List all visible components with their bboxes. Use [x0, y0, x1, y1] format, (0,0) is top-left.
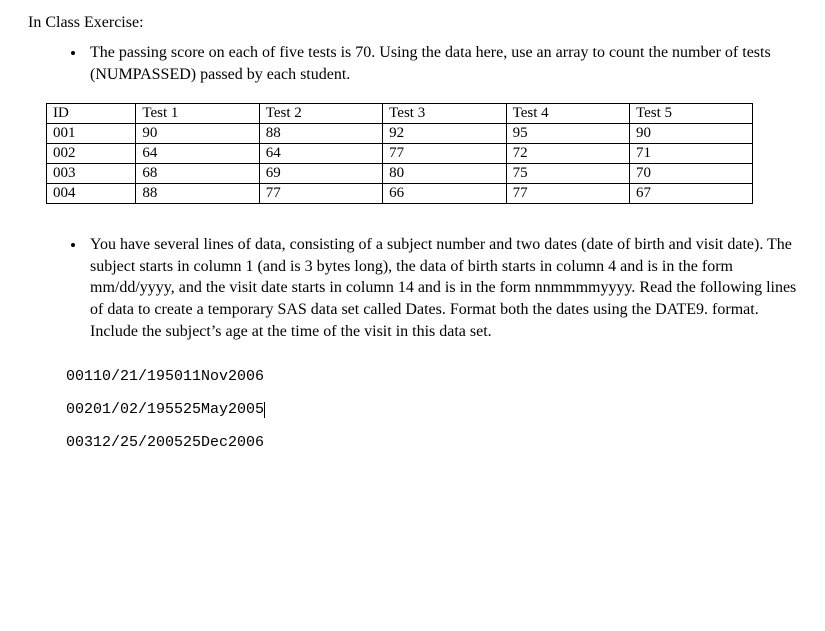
table-row: 003 68 69 80 75 70 — [47, 164, 753, 184]
raw-data-block: 00110/21/195011Nov2006 00201/02/195525Ma… — [66, 360, 797, 459]
page-title: In Class Exercise: — [28, 14, 797, 32]
cell-t3: 66 — [383, 184, 506, 204]
table-row: 002 64 64 77 72 71 — [47, 144, 753, 164]
raw-line-2: 00201/02/195525May2005 — [66, 401, 264, 418]
cell-t4: 95 — [506, 124, 629, 144]
cell-t2: 77 — [259, 184, 382, 204]
scores-table: ID Test 1 Test 2 Test 3 Test 4 Test 5 00… — [46, 103, 753, 204]
col-test1: Test 1 — [136, 104, 259, 124]
exercise-list-2: You have several lines of data, consisti… — [28, 234, 797, 342]
table-row: 004 88 77 66 77 67 — [47, 184, 753, 204]
cell-t3: 80 — [383, 164, 506, 184]
bullet-dates-exercise: You have several lines of data, consisti… — [86, 234, 797, 342]
bullet-array-exercise: The passing score on each of five tests … — [86, 42, 797, 85]
table-row: 001 90 88 92 95 90 — [47, 124, 753, 144]
cell-t1: 64 — [136, 144, 259, 164]
cell-t5: 71 — [629, 144, 752, 164]
cell-t2: 88 — [259, 124, 382, 144]
cell-t2: 64 — [259, 144, 382, 164]
cell-t2: 69 — [259, 164, 382, 184]
cell-t1: 90 — [136, 124, 259, 144]
cell-t5: 70 — [629, 164, 752, 184]
col-test2: Test 2 — [259, 104, 382, 124]
cell-t4: 75 — [506, 164, 629, 184]
col-test5: Test 5 — [629, 104, 752, 124]
raw-line-3: 00312/25/200525Dec2006 — [66, 434, 264, 451]
exercise-list: The passing score on each of five tests … — [28, 42, 797, 85]
cell-id: 001 — [47, 124, 136, 144]
col-test3: Test 3 — [383, 104, 506, 124]
cell-t3: 77 — [383, 144, 506, 164]
col-id: ID — [47, 104, 136, 124]
text-cursor-icon — [264, 402, 265, 418]
cell-t4: 77 — [506, 184, 629, 204]
cell-t1: 88 — [136, 184, 259, 204]
cell-id: 002 — [47, 144, 136, 164]
col-test4: Test 4 — [506, 104, 629, 124]
cell-id: 003 — [47, 164, 136, 184]
cell-id: 004 — [47, 184, 136, 204]
cell-t4: 72 — [506, 144, 629, 164]
raw-line-1: 00110/21/195011Nov2006 — [66, 368, 264, 385]
cell-t5: 67 — [629, 184, 752, 204]
table-header-row: ID Test 1 Test 2 Test 3 Test 4 Test 5 — [47, 104, 753, 124]
cell-t5: 90 — [629, 124, 752, 144]
cell-t1: 68 — [136, 164, 259, 184]
cell-t3: 92 — [383, 124, 506, 144]
